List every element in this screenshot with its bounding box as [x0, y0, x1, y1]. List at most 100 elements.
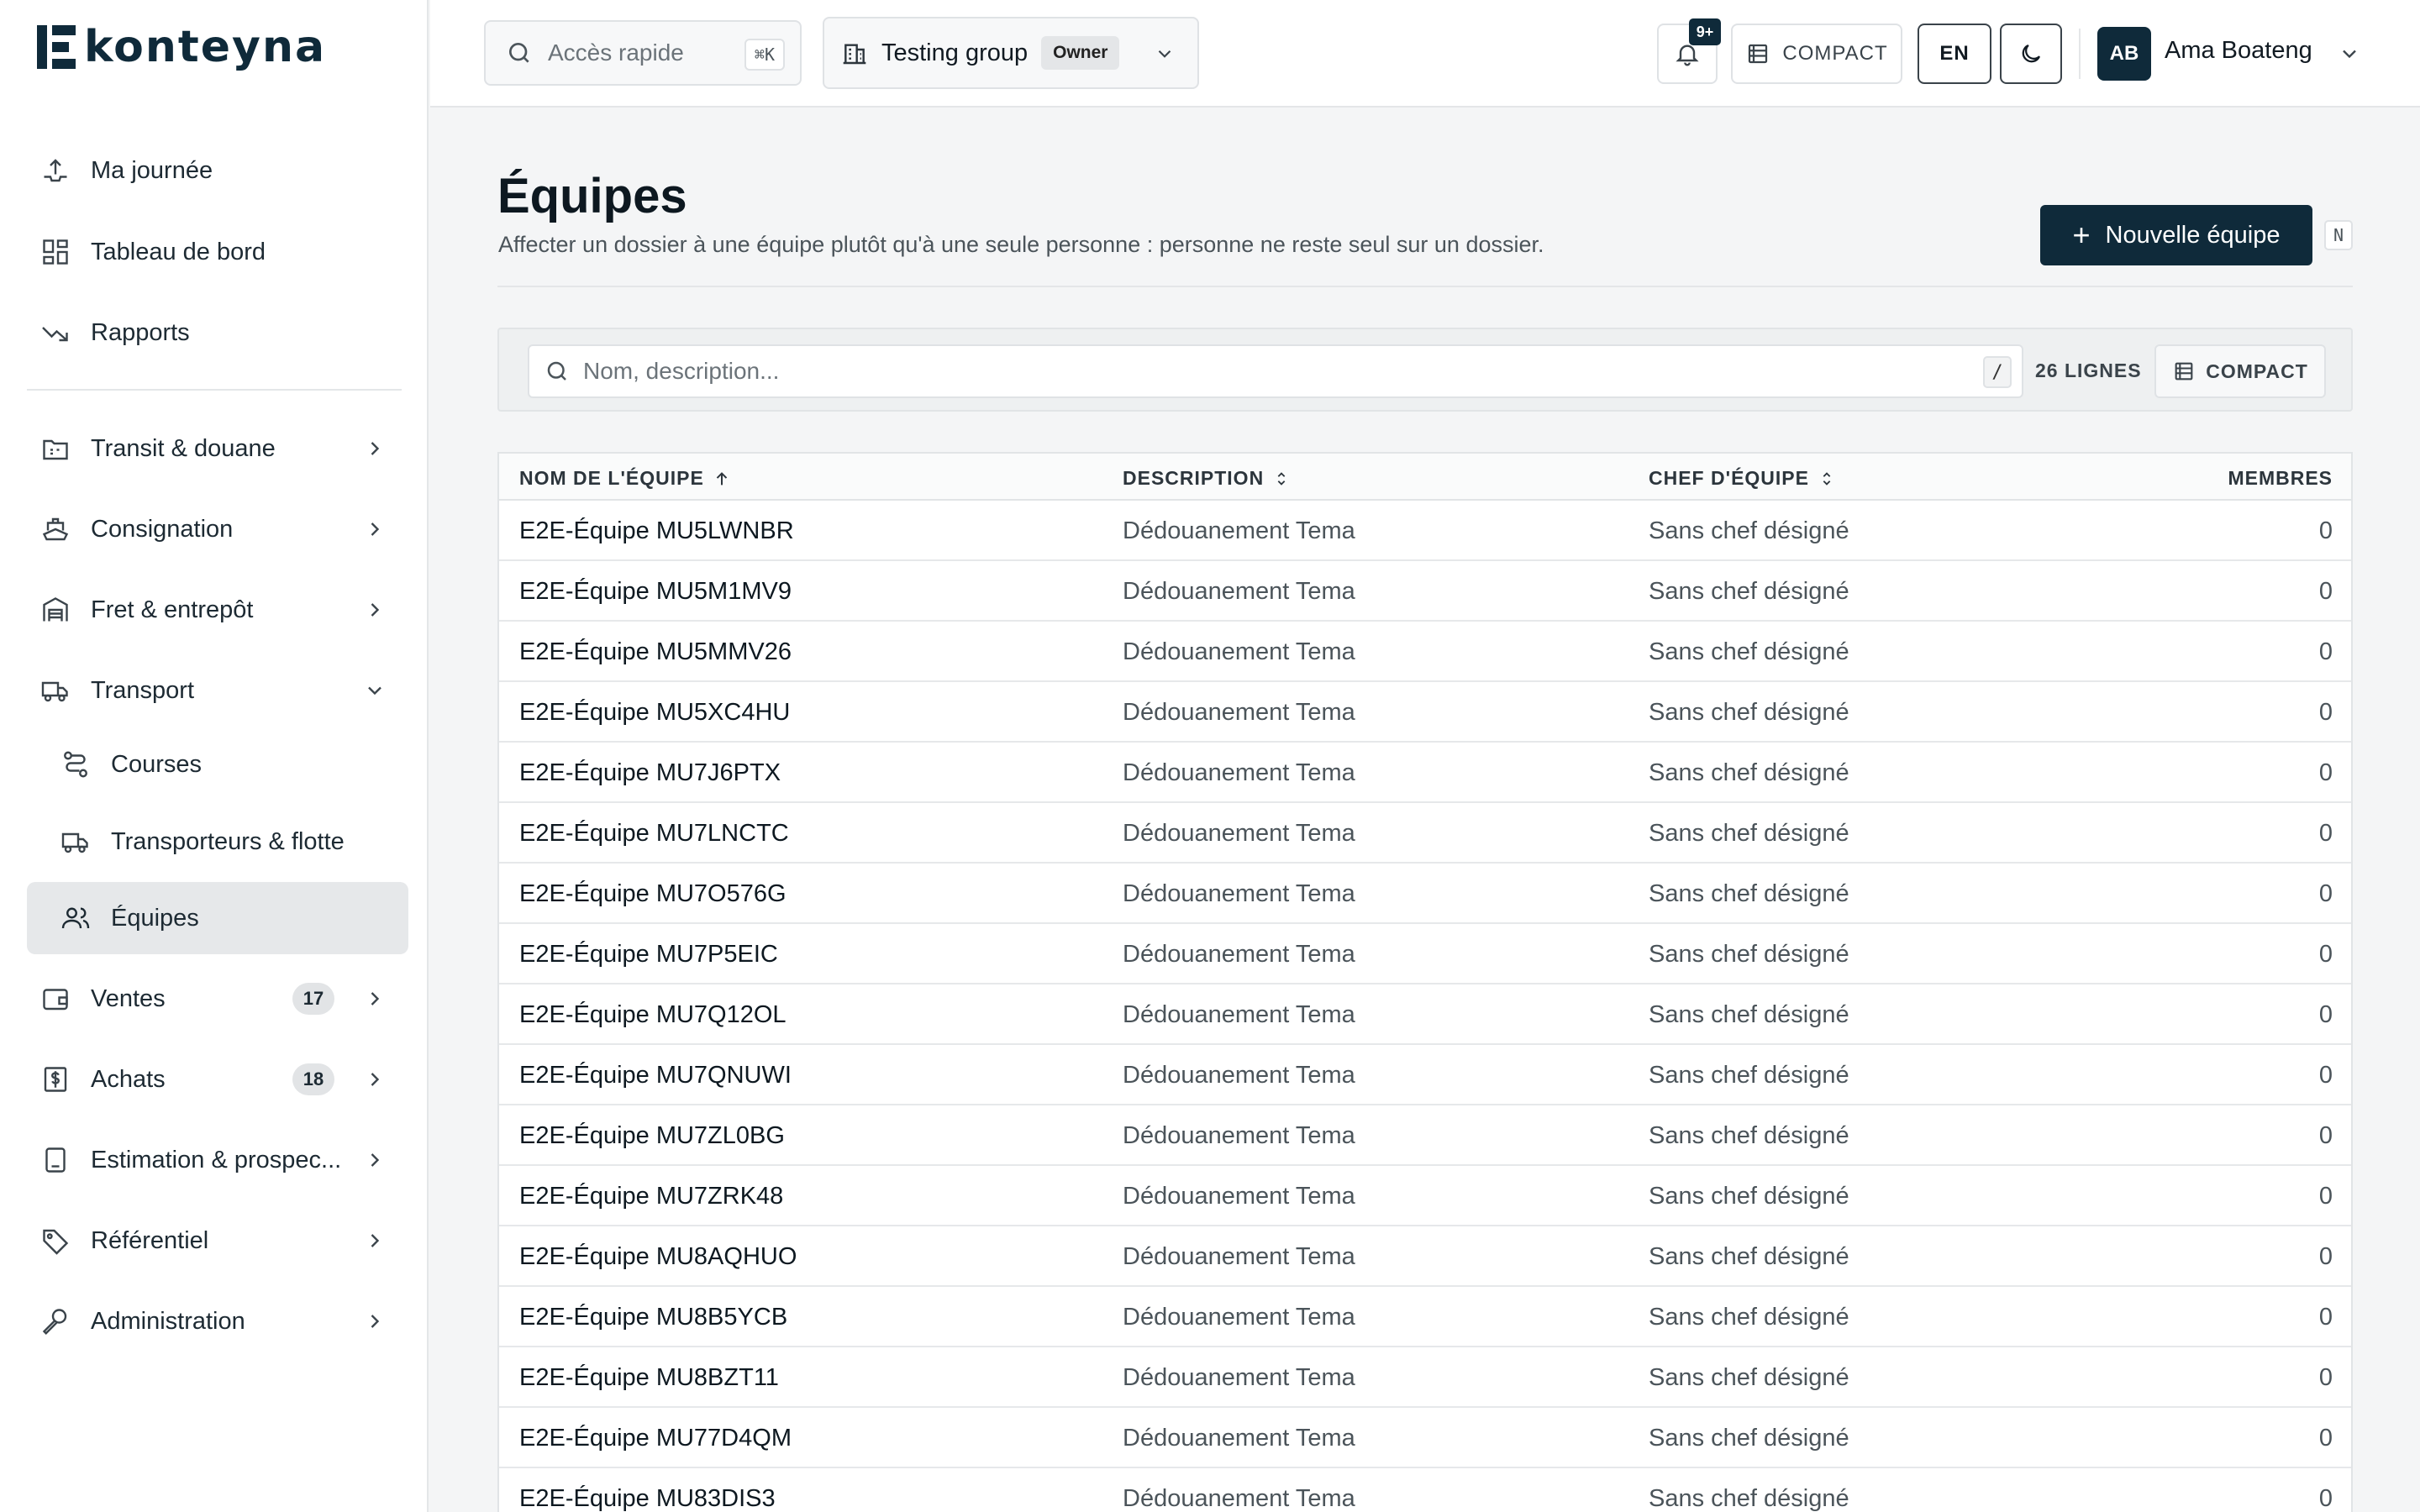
team-name-cell: E2E-Équipe MU77D4QM	[519, 1425, 792, 1452]
rows-icon	[1749, 44, 1768, 64]
truck-icon	[59, 825, 92, 858]
team-name-cell: E2E-Équipe MU7LNCTC	[519, 820, 789, 847]
table-row[interactable]: E2E-Équipe MU5MMV26 Dédouanement Tema Sans…	[499, 622, 2351, 682]
table-row[interactable]: E2E-Équipe MU7O576G Dédouanement Tema Sans…	[499, 864, 2351, 924]
column-label: DESCRIPTION	[1123, 467, 1265, 489]
table-row[interactable]: E2E-Équipe MU5M1MV9 Dédouanement Tema Sans…	[499, 561, 2351, 622]
sidebar-item-label: Ma journée	[91, 156, 213, 184]
members-count-cell: 0	[2318, 1001, 2333, 1028]
table-compact-button[interactable]: COMPACT	[2154, 344, 2326, 398]
quick-access-button[interactable]: Accès rapide ⌘K	[484, 20, 802, 86]
chevron-right-icon	[371, 1315, 380, 1328]
table-row[interactable]: E2E-Équipe MU7J6PTX Dédouanement Tema Sans…	[499, 743, 2351, 803]
table-row[interactable]: E2E-Équipe MU5XC4HU Dédouanement Tema Sans…	[499, 682, 2351, 743]
warehouse-icon	[39, 593, 72, 627]
description-cell: Dédouanement Tema	[1123, 1243, 1355, 1270]
sidebar-item-equipes[interactable]: Équipes	[27, 882, 408, 954]
sidebar-item-achats[interactable]: Achats 18	[27, 1043, 408, 1116]
team-lead-cell: Sans chef désigné	[1649, 1364, 1849, 1391]
moon-icon	[2022, 44, 2041, 63]
team-name-cell: E2E-Équipe MU7QNUWI	[519, 1062, 792, 1089]
sidebar-item-label: Estimation & prospec...	[91, 1146, 342, 1173]
sidebar-item-courses[interactable]: Courses	[27, 728, 408, 801]
sidebar-item-label: Courses	[111, 750, 202, 778]
team-lead-cell: Sans chef désigné	[1649, 578, 1849, 605]
sidebar-item-consignation[interactable]: Consignation	[27, 493, 408, 565]
sidebar-item-ventes[interactable]: Ventes 17	[27, 963, 408, 1035]
group-switcher[interactable]: Testing group Owner	[823, 17, 1199, 89]
customs-icon	[39, 432, 72, 465]
table-row[interactable]: E2E-Équipe MU8B5YCB Dédouanement Tema Sans…	[499, 1287, 2351, 1347]
column-header-description[interactable]: DESCRIPTION	[1123, 467, 1291, 490]
chevron-right-icon	[371, 1073, 380, 1086]
description-cell: Dédouanement Tema	[1123, 759, 1355, 786]
group-name: Testing group	[881, 39, 1028, 66]
column-label: CHEF D'ÉQUIPE	[1649, 467, 1809, 489]
column-header-lead[interactable]: CHEF D'ÉQUIPE	[1649, 467, 1836, 490]
table-row[interactable]: E2E-Équipe MU7QNUWI Dédouanement Tema Sans…	[499, 1045, 2351, 1105]
team-lead-cell: Sans chef désigné	[1649, 1062, 1849, 1089]
table-row[interactable]: E2E-Équipe MU7Q12OL Dédouanement Tema Sans…	[499, 984, 2351, 1045]
column-header-name[interactable]: NOM DE L'ÉQUIPE	[519, 467, 731, 490]
sidebar-item-label: Rapports	[91, 318, 190, 346]
sidebar-item-administration[interactable]: Administration	[27, 1285, 408, 1357]
search-input[interactable]: Nom, description... /	[528, 344, 2023, 398]
members-count-cell: 0	[2318, 820, 2333, 847]
sidebar-item-transport[interactable]: Transport	[27, 654, 408, 727]
sidebar-item-label: Transporteurs & flotte	[111, 827, 345, 855]
sidebar-item-referentiel[interactable]: Référentiel	[27, 1205, 408, 1277]
new-team-shortcut: N	[2324, 220, 2353, 250]
sidebar-item-label: Fret & entrepôt	[91, 596, 254, 623]
team-name-cell: E2E-Équipe MU5LWNBR	[519, 517, 794, 544]
members-count-cell: 0	[2318, 578, 2333, 605]
team-name-cell: E2E-Équipe MU7P5EIC	[519, 941, 778, 968]
compact-toggle-button[interactable]: COMPACT	[1731, 24, 1902, 84]
table-row[interactable]: E2E-Équipe MU8AQHUO Dédouanement Tema Sans…	[499, 1226, 2351, 1287]
team-lead-cell: Sans chef désigné	[1649, 1122, 1849, 1149]
sidebar-item-label: Consignation	[91, 515, 234, 543]
sidebar-item-transporteurs-flotte[interactable]: Transporteurs & flotte	[27, 806, 408, 878]
column-header-members[interactable]: MEMBRES	[2228, 467, 2333, 490]
wrench-icon	[39, 1305, 72, 1338]
table-row[interactable]: E2E-Équipe MU7LNCTC Dédouanement Tema Sans…	[499, 803, 2351, 864]
sidebar-item-ma-journee[interactable]: Ma journée	[27, 134, 408, 207]
theme-toggle-button[interactable]	[2000, 24, 2062, 84]
new-team-button[interactable]: + Nouvelle équipe	[2040, 205, 2312, 265]
language-button[interactable]: EN	[1918, 24, 1991, 84]
sidebar-item-label: Transport	[91, 676, 195, 704]
table-row[interactable]: E2E-Équipe MU7ZL0BG Dédouanement Tema Sans…	[499, 1105, 2351, 1166]
table-row[interactable]: E2E-Équipe MU8BZT11 Dédouanement Tema Sans…	[499, 1347, 2351, 1408]
members-count-cell: 0	[2318, 880, 2333, 907]
notifications-button[interactable]: 9+	[1657, 18, 1721, 84]
sidebar-item-fret-entrepot[interactable]: Fret & entrepôt	[27, 574, 408, 646]
truck-icon	[39, 674, 72, 707]
brand-logo[interactable]: konteyna	[37, 24, 326, 71]
column-label: NOM DE L'ÉQUIPE	[519, 467, 704, 489]
sidebar-item-estimation[interactable]: Estimation & prospec...	[27, 1124, 408, 1196]
search-shortcut: /	[1983, 356, 2012, 388]
description-cell: Dédouanement Tema	[1123, 1364, 1355, 1391]
table-row[interactable]: E2E-Équipe MU7ZRK48 Dédouanement Tema Sans…	[499, 1166, 2351, 1226]
sidebar-item-rapports[interactable]: Rapports	[27, 297, 408, 369]
page-subtitle: Affecter un dossier à une équipe plutôt …	[498, 232, 1544, 257]
chevron-right-icon	[371, 1153, 380, 1167]
table-row[interactable]: E2E-Équipe MU7P5EIC Dédouanement Tema Sans…	[499, 924, 2351, 984]
dollar-receipt-icon	[39, 1063, 72, 1096]
team-name-cell: E2E-Équipe MU7J6PTX	[519, 759, 781, 786]
avatar[interactable]: AB	[2097, 27, 2151, 81]
description-cell: Dédouanement Tema	[1123, 1122, 1355, 1149]
route-icon	[59, 748, 92, 781]
new-team-label: Nouvelle équipe	[2105, 221, 2281, 249]
sidebar-item-tableau-de-bord[interactable]: Tableau de bord	[27, 216, 408, 288]
table-row[interactable]: E2E-Équipe MU83DIS3 Dédouanement Tema Sans…	[499, 1468, 2351, 1512]
table-row[interactable]: E2E-Équipe MU5LWNBR Dédouanement Tema Sans…	[499, 501, 2351, 561]
members-count-cell: 0	[2318, 1122, 2333, 1149]
chevron-right-icon	[371, 1234, 380, 1247]
chevron-down-icon[interactable]	[2338, 42, 2361, 66]
sidebar-item-transit-douane[interactable]: Transit & douane	[27, 412, 408, 485]
team-name-cell: E2E-Équipe MU5XC4HU	[519, 699, 791, 726]
search-placeholder: Nom, description...	[583, 358, 780, 384]
user-name[interactable]: Ama Boateng	[2165, 37, 2312, 65]
team-lead-cell: Sans chef désigné	[1649, 759, 1849, 786]
table-row[interactable]: E2E-Équipe MU77D4QM Dédouanement Tema Sans…	[499, 1408, 2351, 1468]
